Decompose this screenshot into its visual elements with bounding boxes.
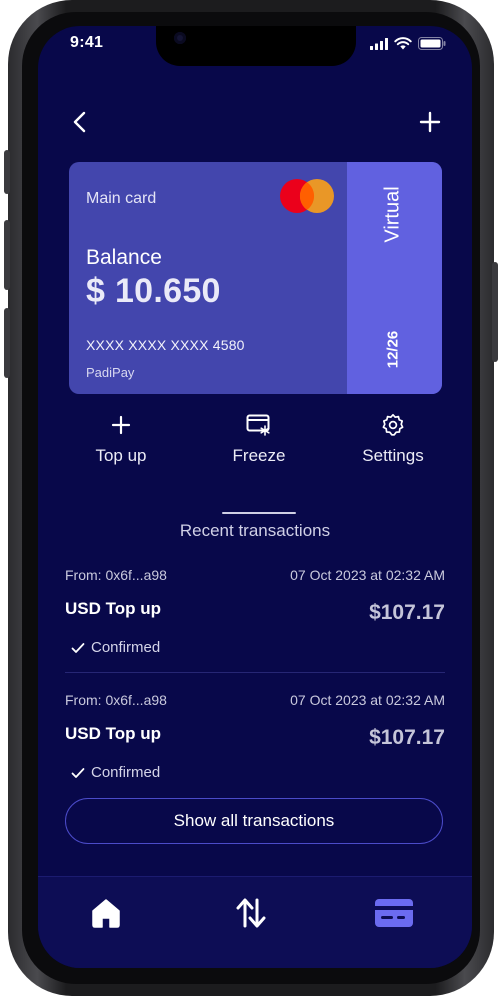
transaction-status-label: Confirmed: [91, 764, 161, 781]
plus-icon: [111, 415, 131, 435]
front-camera: [174, 32, 186, 44]
transaction-amount: $107.17: [369, 601, 445, 624]
transaction-item[interactable]: From: 0x6f...a98 07 Oct 2023 at 02:32 AM…: [65, 567, 445, 667]
plus-icon: [419, 111, 441, 133]
transaction-status-label: Confirmed: [91, 639, 161, 656]
main-card[interactable]: Main card Balance $ 10.650 XXXX XXXX XXX…: [69, 162, 442, 394]
balance-label: Balance: [86, 246, 162, 269]
status-icons: [370, 37, 446, 50]
transaction-item[interactable]: From: 0x6f...a98 07 Oct 2023 at 02:32 AM…: [65, 692, 445, 792]
card-freeze-icon: [246, 414, 270, 436]
top-up-label: Top up: [95, 446, 147, 465]
card-type-badge: Virtual: [378, 182, 408, 246]
transaction-amount: $107.17: [369, 726, 445, 749]
settings-button[interactable]: Settings: [338, 412, 448, 466]
transaction-status: Confirmed: [71, 639, 160, 656]
recent-transactions-title: Recent transactions: [179, 521, 331, 540]
top-up-button[interactable]: Top up: [66, 412, 176, 466]
transaction-date: 07 Oct 2023 at 02:32 AM: [290, 567, 445, 583]
transaction-status: Confirmed: [71, 764, 160, 781]
mastercard-logo: [280, 179, 334, 213]
nav-home[interactable]: [81, 893, 131, 933]
card-expiry-label: 12/26: [384, 330, 402, 368]
card-icon: [375, 899, 413, 927]
transaction-type: USD Top up: [65, 724, 161, 743]
transaction-date: 07 Oct 2023 at 02:32 AM: [290, 692, 445, 708]
card-brand: PadiPay: [86, 365, 135, 380]
nav-cards[interactable]: [369, 893, 419, 933]
transaction-from: From: 0x6f...a98: [65, 692, 167, 708]
settings-label: Settings: [362, 446, 424, 465]
freeze-label: Freeze: [232, 446, 286, 465]
gear-icon: [382, 413, 404, 436]
notch: [156, 26, 356, 66]
add-card-button[interactable]: [416, 108, 444, 136]
check-icon: [71, 642, 85, 653]
transaction-type: USD Top up: [65, 599, 161, 618]
volume-down-button: [4, 308, 10, 378]
card-type-label: Virtual: [381, 185, 404, 243]
show-all-transactions-button[interactable]: Show all transactions: [65, 798, 443, 844]
transaction-from: From: 0x6f...a98: [65, 567, 167, 583]
freeze-button[interactable]: Freeze: [204, 412, 314, 466]
check-icon: [71, 767, 85, 778]
card-number: XXXX XXXX XXXX 4580: [86, 337, 245, 353]
silent-switch: [4, 150, 10, 194]
volume-up-button: [4, 220, 10, 290]
status-time: 9:41: [70, 34, 104, 51]
card-label: Main card: [86, 190, 157, 207]
section-divider: [222, 512, 296, 514]
signal-icon: [370, 37, 388, 50]
transaction-divider: [65, 672, 445, 673]
back-button[interactable]: [66, 108, 94, 136]
battery-icon: [418, 37, 446, 50]
bottom-nav: [38, 876, 472, 968]
home-icon: [92, 899, 120, 928]
transfer-arrows-icon: [236, 898, 266, 928]
chevron-left-icon: [73, 111, 86, 133]
power-button: [492, 262, 498, 362]
app-screen: 9:41 Main card Balance $ 10.650 XXXX XXX…: [38, 26, 472, 968]
card-expiry: 12/26: [378, 324, 408, 374]
balance-value: $ 10.650: [86, 272, 221, 310]
nav-transactions[interactable]: [226, 893, 276, 933]
wifi-icon: [394, 37, 412, 50]
